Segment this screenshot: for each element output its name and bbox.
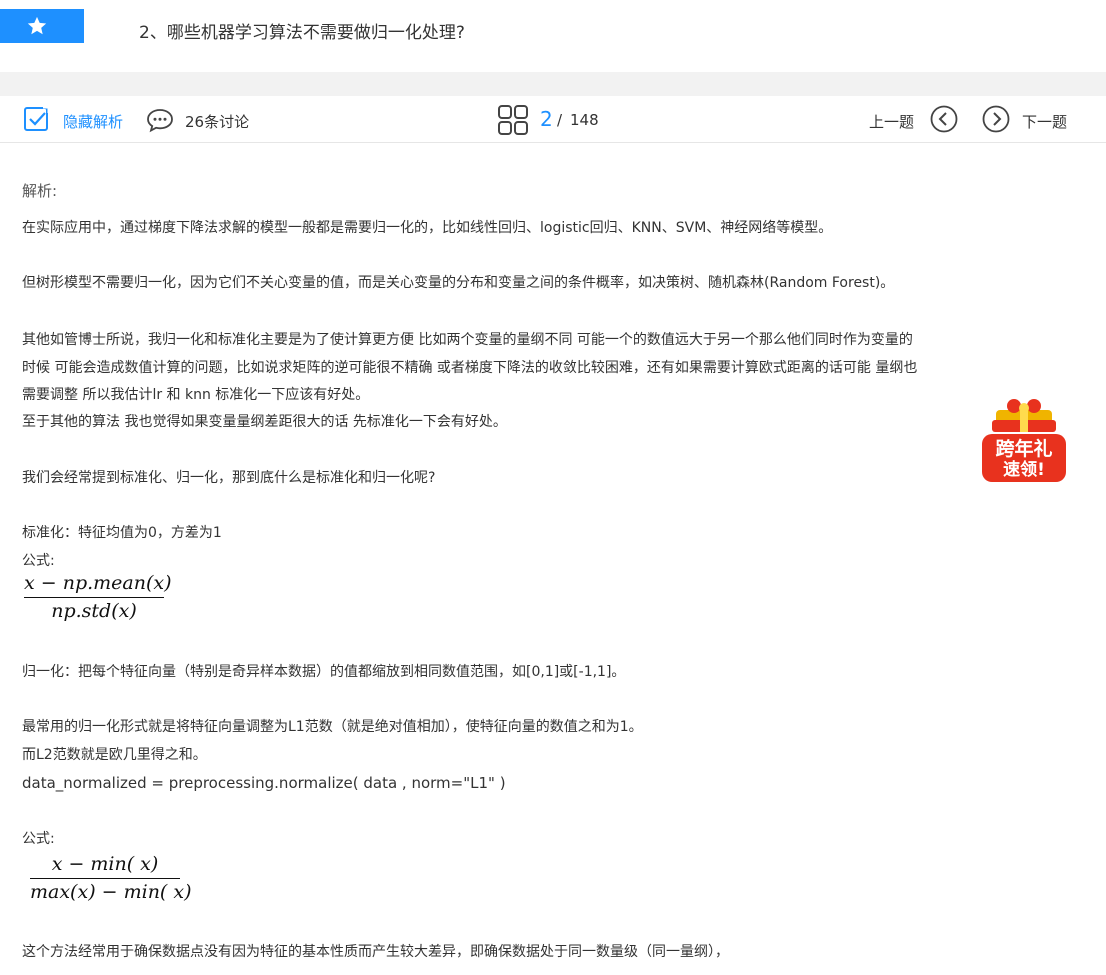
next-question-button[interactable]: [982, 105, 1010, 133]
current-question-number: 2: [540, 107, 553, 131]
analysis-line: 归一化：把每个特征向量（特别是奇异样本数据）的值都缩放到相同数值范围，如[0,1…: [22, 664, 626, 680]
formula-label: 公式:: [22, 831, 55, 847]
toolbar-divider: [0, 142, 1106, 143]
next-question-link[interactable]: 下一题: [1022, 111, 1067, 132]
promo-badge[interactable]: 跨年礼 速领!: [976, 392, 1072, 492]
analysis-line: 标准化：特征均值为0，方差为1: [22, 525, 222, 541]
header-divider-strip: [0, 72, 1106, 96]
analysis-line: 而L2范数就是欧几里得之和。: [22, 747, 207, 763]
favorite-tab[interactable]: [0, 9, 84, 43]
checkbox-icon[interactable]: [23, 105, 51, 133]
analysis-line: 需要调整 所以我估计lr 和 knn 标准化一下应该有好处。: [22, 387, 370, 403]
formula-denominator: np.std(x): [51, 600, 137, 622]
total-questions: 148: [570, 111, 599, 129]
analysis-line: 但树形模型不需要归一化，因为它们不关心变量的值，而是关心变量的分布和变量之间的条…: [22, 275, 895, 291]
comment-icon[interactable]: [146, 107, 174, 133]
code-line: data_normalized = preprocessing.normaliz…: [22, 774, 506, 792]
page-separator: /: [557, 111, 563, 129]
standardization-formula: x − np.mean(x) np.std(x): [24, 572, 172, 622]
chevron-right-icon: [982, 105, 1010, 133]
prev-question-link[interactable]: 上一题: [869, 111, 914, 132]
normalization-formula: x − min( x) max(x) − min( x): [30, 853, 192, 903]
formula-numerator: x − min( x): [51, 853, 159, 875]
formula-numerator: x − np.mean(x): [24, 572, 172, 594]
hide-analysis-button[interactable]: 隐藏解析: [63, 111, 123, 132]
promo-line1: 跨年礼: [995, 438, 1053, 460]
analysis-line: 其他如管博士所说，我归一化和标准化主要是为了使计算更方便 比如两个变量的量纲不同…: [22, 332, 913, 348]
analysis-line: 至于其他的算法 我也觉得如果变量量纲差距很大的话 先标准化一下会有好处。: [22, 414, 507, 430]
question-title: 2、哪些机器学习算法不需要做归一化处理?: [139, 23, 465, 43]
analysis-line: 最常用的归一化形式就是将特征向量调整为L1范数（就是绝对值相加），使特征向量的数…: [22, 719, 643, 735]
analysis-line: 在实际应用中，通过梯度下降法求解的模型一般都是需要归一化的，比如线性回归、log…: [22, 220, 833, 236]
comments-link[interactable]: 26条讨论: [185, 111, 249, 132]
question-grid-icon[interactable]: [497, 104, 529, 136]
analysis-line: 这个方法经常用于确保数据点没有因为特征的基本性质而产生较大差异，即确保数据处于同…: [22, 944, 729, 960]
formula-denominator: max(x) − min( x): [30, 881, 192, 903]
analysis-line: 时候 可能会造成数值计算的问题，比如说求矩阵的逆可能很不精确 或者梯度下降法的收…: [22, 360, 918, 376]
analysis-heading: 解析:: [22, 182, 58, 200]
formula-label: 公式:: [22, 553, 55, 569]
star-icon: [27, 16, 47, 35]
fraction-bar: [24, 597, 164, 598]
promo-line2: 速领!: [1003, 460, 1045, 480]
fraction-bar: [30, 878, 180, 879]
analysis-line: 我们会经常提到标准化、归一化，那到底什么是标准化和归一化呢?: [22, 470, 436, 486]
chevron-left-icon: [930, 105, 958, 133]
prev-question-button[interactable]: [930, 105, 958, 133]
